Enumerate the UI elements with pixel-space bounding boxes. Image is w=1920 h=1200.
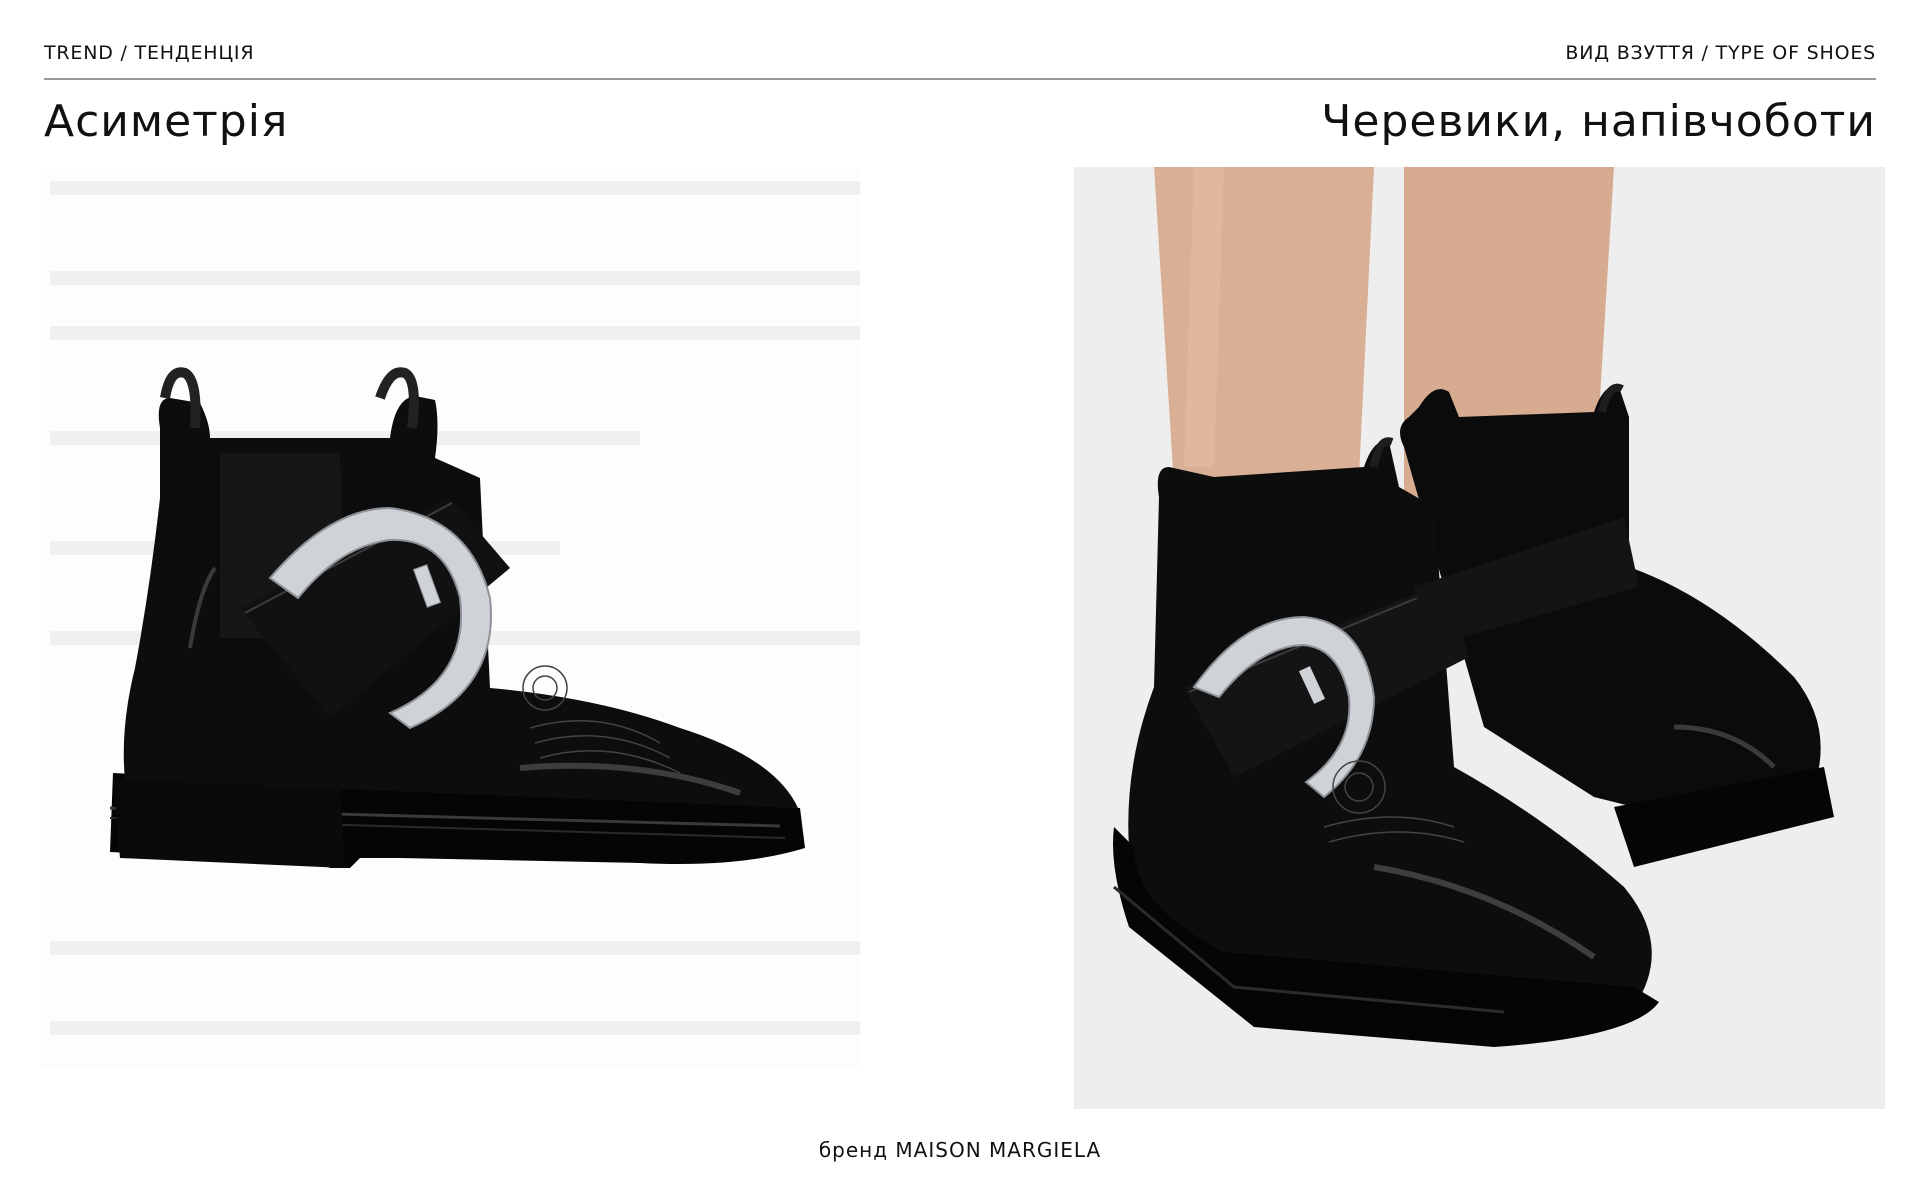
- lookbook-page: TREND / ТЕНДЕНЦІЯ ВИД ВЗУТТЯ / TYPE OF S…: [0, 0, 1920, 1200]
- product-photo-single-boot: [40, 168, 860, 1068]
- shoe-type-label: ВИД ВЗУТТЯ / TYPE OF SHOES: [1565, 42, 1876, 64]
- header-bar: TREND / ТЕНДЕНЦІЯ ВИД ВЗУТТЯ / TYPE OF S…: [44, 42, 1876, 64]
- shoe-type-title: Черевики, напівчоботи: [1321, 95, 1876, 147]
- trend-title: Асиметрія: [44, 95, 289, 147]
- worn-boots-illustration: [1074, 167, 1885, 1109]
- boot-illustration: [50, 181, 860, 1035]
- title-row: Асиметрія Черевики, напівчоботи: [44, 88, 1876, 154]
- trend-label: TREND / ТЕНДЕНЦІЯ: [44, 42, 255, 64]
- worn-boots-photo: [1074, 167, 1885, 1109]
- header-divider: [44, 78, 1876, 80]
- brand-caption: бренд MAISON MARGIELA: [818, 1138, 1102, 1162]
